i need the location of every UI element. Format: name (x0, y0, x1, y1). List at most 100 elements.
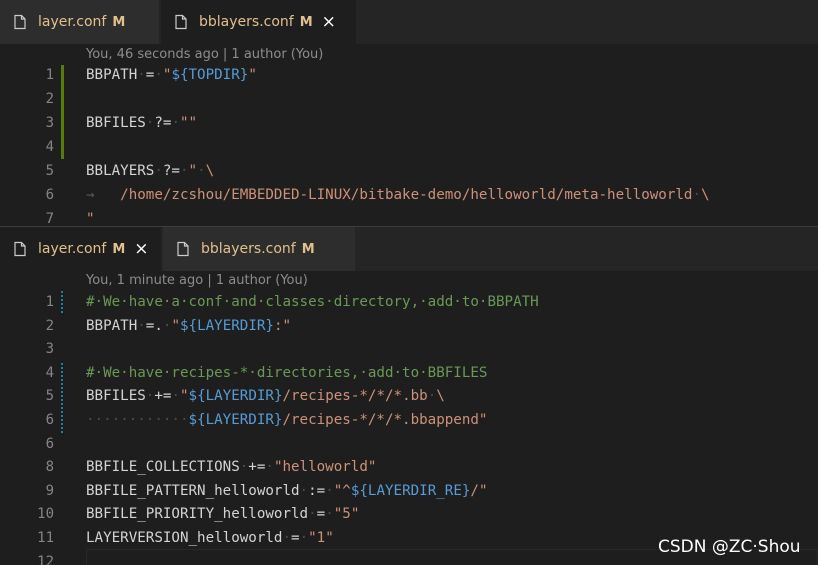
code-text[interactable]: ············${LAYERDIR}/recipes-*/*/*.bb… (86, 408, 487, 432)
code-token: ············ (86, 412, 189, 428)
code-token: BBLAYERS (86, 163, 155, 179)
tab-label: bblayers.conf (199, 14, 294, 30)
code-token: /recipes-*/*/*.bbappend" (282, 412, 488, 428)
code-token: \ (205, 163, 215, 179)
code-token: · (154, 67, 163, 83)
close-icon[interactable]: × (322, 13, 336, 31)
file-icon (14, 14, 26, 30)
code-line[interactable]: 6 ············${LAYERDIR}/recipes-*/*/*.b… (0, 408, 818, 432)
top-tab-bar: layer.conf M bblayers.conf M × (0, 0, 818, 44)
code-token: · (239, 459, 249, 476)
code-token: ?= (162, 163, 180, 179)
code-token: LAYERVERSION_helloworld (86, 530, 283, 546)
line-number: 5 (45, 388, 54, 405)
tab-bblayers-conf[interactable]: bblayers.conf M (163, 227, 355, 271)
code-text[interactable]: " (86, 207, 95, 225)
code-line[interactable]: 3 (0, 337, 818, 361)
code-token: ${LAYERDIR} (179, 317, 274, 334)
code-token: · (137, 67, 146, 83)
line-number: 2 (45, 317, 54, 334)
code-token: ${TOPDIR} (171, 67, 249, 83)
code-token: · (171, 115, 180, 131)
code-text[interactable]: LAYERVERSION_helloworld·=·"1" (86, 526, 334, 550)
code-line[interactable]: 2 (0, 87, 818, 111)
codelens-blame[interactable]: You, 1 minute ago | 1 author (You) (86, 273, 308, 288)
line-number: 4 (45, 139, 54, 155)
code-text[interactable]: BBLAYERS·?=·"·\ (86, 159, 214, 183)
code-line[interactable]: 4 (0, 135, 818, 159)
line-number: 7 (45, 211, 54, 225)
code-token: :" (273, 317, 292, 334)
code-line[interactable]: 6 (0, 432, 818, 456)
code-text[interactable]: #·We·have·a·conf·and·classes·directory,·… (86, 290, 539, 314)
code-text[interactable]: BBFILE_PATTERN_helloworld·:=·"^${LAYERDI… (86, 479, 488, 503)
line-number: 1 (45, 67, 54, 83)
modified-indicator: M (301, 241, 315, 257)
code-text[interactable]: BBFILE_PRIORITY_helloworld·=·"5" (86, 502, 359, 526)
top-editor-pane: layer.conf M bblayers.conf M × You, 46 s… (0, 0, 818, 225)
line-number: 11 (37, 530, 54, 546)
code-text[interactable]: BBPATH·=.·"${LAYERDIR}:" (86, 314, 291, 338)
code-text[interactable]: #·We·have·recipes-*·directories,·add·to·… (86, 361, 487, 385)
code-line[interactable]: 5 BBFILES·+=·"${LAYERDIR}/recipes-*/*/*.b… (0, 384, 818, 408)
code-line[interactable]: 2 BBPATH·=.·"${LAYERDIR}:" (0, 314, 818, 338)
code-line[interactable]: 7 " (0, 207, 818, 225)
code-token: =. (145, 317, 163, 334)
line-number: 12 (37, 553, 54, 565)
code-token: "^ (333, 482, 351, 499)
code-token: #·We·have·a·conf·and·classes·directory,·… (86, 294, 539, 310)
code-line[interactable]: 9 BBFILE_PATTERN_helloworld·:=·"^${LAYERD… (0, 479, 818, 503)
line-number: 8 (45, 459, 54, 476)
tab-layer-conf[interactable]: layer.conf M (0, 0, 159, 44)
code-token: = (316, 506, 326, 523)
code-token: /home/zcshou/EMBEDDED-LINUX/bitbake-demo… (120, 187, 693, 203)
code-line[interactable]: 10 BBFILE_PRIORITY_helloworld·=·"5" (0, 502, 818, 526)
code-token: "1" (308, 530, 334, 546)
code-text[interactable]: → /home/zcshou/EMBEDDED-LINUX/bitbake-de… (86, 183, 710, 207)
close-icon[interactable]: × (134, 240, 148, 258)
tab-bblayers-conf[interactable]: bblayers.conf M × (161, 0, 356, 44)
code-line[interactable]: 3 BBFILES·?=·"" (0, 111, 818, 135)
line-number: 6 (45, 187, 54, 203)
code-token: " (188, 163, 198, 179)
code-token: /recipes-*/*/*.bb (282, 388, 428, 405)
code-token: #·We·have·recipes-*·directories,·add·to·… (86, 364, 488, 381)
modified-indicator: M (112, 241, 126, 257)
code-token: \ (436, 388, 445, 405)
code-token: BBFILE_PRIORITY_helloworld (86, 506, 309, 523)
code-line[interactable]: 4 #·We·have·recipes-*·directories,·add·to… (0, 361, 818, 385)
code-token: · (137, 317, 146, 334)
code-token: · (325, 506, 334, 523)
code-token: · (299, 530, 309, 546)
code-token: "5" (333, 506, 360, 523)
code-token: ${LAYERDIR} (188, 412, 283, 428)
tab-label: bblayers.conf (201, 241, 296, 257)
code-line[interactable]: 6 → /home/zcshou/EMBEDDED-LINUX/bitbake-d… (0, 183, 818, 207)
code-token: \ (701, 187, 710, 203)
code-line[interactable]: 1 #·We·have·a·conf·and·classes·directory,… (0, 290, 818, 314)
line-number: 3 (45, 115, 54, 131)
code-token: += (154, 388, 172, 405)
line-number: 2 (45, 91, 54, 107)
code-token: · (308, 506, 317, 523)
code-text[interactable]: BBPATH·=·"${TOPDIR}" (86, 63, 257, 87)
code-token: · (171, 388, 180, 405)
codelens-blame[interactable]: You, 46 seconds ago | 1 author (You) (86, 47, 323, 62)
code-text[interactable]: BBFILES·?=·"" (86, 111, 197, 135)
code-line[interactable]: 5 BBLAYERS·?=·"·\ (0, 159, 818, 183)
tab-layer-conf[interactable]: layer.conf M × (0, 227, 161, 271)
code-text[interactable]: BBFILE_COLLECTIONS·+=·"helloworld" (86, 455, 376, 479)
code-line[interactable]: 8 BBFILE_COLLECTIONS·+=·"helloworld" (0, 455, 818, 479)
code-token: " (179, 388, 189, 405)
code-token: → (86, 187, 95, 203)
modified-indicator: M (112, 14, 126, 30)
code-token: BBPATH (86, 317, 138, 334)
file-icon (14, 241, 26, 257)
code-line[interactable]: 1 BBPATH·=·"${TOPDIR}" (0, 63, 818, 87)
modified-indicator: M (299, 14, 313, 30)
code-token: := (308, 482, 326, 499)
code-text[interactable]: BBFILES·+=·"${LAYERDIR}/recipes-*/*/*.bb… (86, 384, 445, 408)
code-token: BBFILES (86, 388, 146, 405)
code-token: BBFILE_COLLECTIONS (86, 459, 240, 476)
